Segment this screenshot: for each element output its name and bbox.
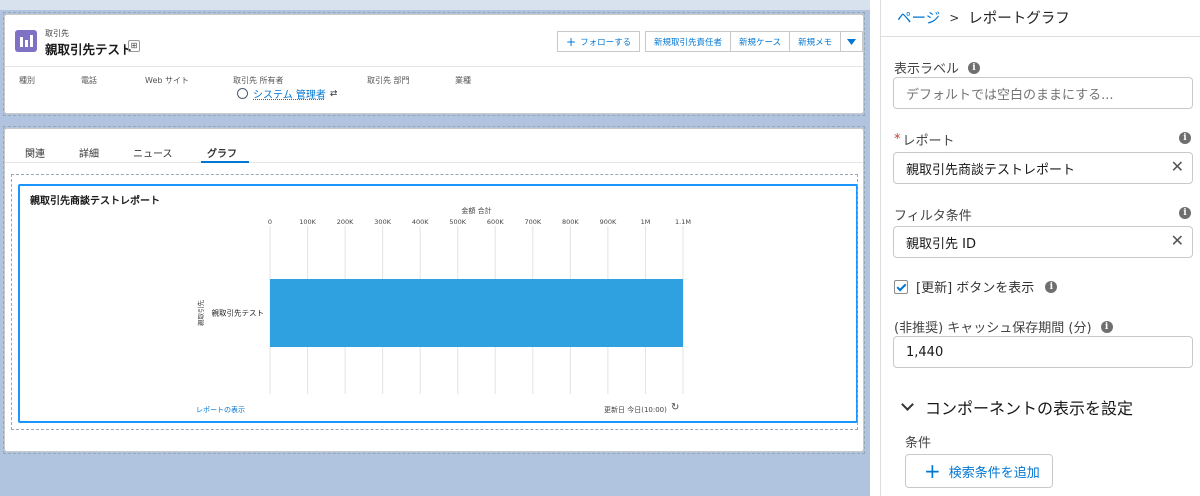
- breadcrumb-current: レポートグラフ: [968, 11, 1070, 27]
- field-label-type: 種別: [19, 76, 35, 85]
- cache-info-icon[interactable]: i: [1100, 320, 1113, 333]
- add-filter-condition-label: 検索条件を追加: [948, 465, 1040, 481]
- new-note-button[interactable]: 新規メモ: [790, 31, 842, 52]
- display-label-label: 表示ラベル i: [894, 58, 981, 77]
- report-lookup-value: 親取引先商談テストレポート: [906, 162, 1076, 178]
- cache-label: (非推奨) キャッシュ保存期間 (分) i: [894, 317, 1113, 336]
- field-label-website: Web サイト: [145, 76, 189, 85]
- report-lookup-input[interactable]: 親取引先商談テストレポート ✕: [893, 152, 1193, 184]
- tabs-panel: 関連 詳細 ニュース グラフ 金額 合計 0 100K 200K 300K 400K 500…: [4, 128, 864, 452]
- required-asterisk: *: [894, 132, 901, 147]
- x-tick-label: 200K: [337, 218, 354, 226]
- tab-news[interactable]: ニュース: [133, 145, 173, 160]
- filter-lookup-input[interactable]: 親取引先 ID ✕: [893, 226, 1193, 258]
- breadcrumb-page-link[interactable]: ページ: [897, 7, 940, 28]
- cache-duration-input[interactable]: 1,440: [893, 336, 1193, 368]
- x-tick-label: 900K: [600, 218, 617, 226]
- report-chart: 金額 合計 0 100K 200K 300K 400K 500K 600K 700K 800K 90…: [196, 206, 691, 394]
- user-avatar-icon: [237, 88, 248, 99]
- visibility-section-toggle[interactable]: コンポーネントの表示を設定: [901, 395, 1134, 419]
- y-category-label: 親取引先テスト: [212, 308, 265, 318]
- filter-info-icon[interactable]: i: [1179, 207, 1191, 219]
- panel-divider: [881, 36, 1200, 37]
- report-label: * レポート: [894, 130, 955, 149]
- report-chart-card[interactable]: 金額 合計 0 100K 200K 300K 400K 500K 600K 700K 800K 90…: [18, 184, 858, 423]
- field-label-phone: 電話: [81, 76, 97, 85]
- plus-icon: +: [566, 34, 577, 49]
- breadcrumb-separator: >: [949, 10, 960, 25]
- x-axis-title: 金額 合計: [461, 206, 491, 215]
- display-label-input[interactable]: デフォルトでは空白のままにする...: [893, 77, 1193, 109]
- tab-bar: 関連 詳細 ニュース グラフ: [5, 139, 863, 163]
- highlights-divider: [5, 66, 863, 67]
- refresh-info-icon[interactable]: i: [1045, 280, 1058, 293]
- refresh-button-checkbox-row: [更新] ボタンを表示 i: [894, 277, 1058, 296]
- more-actions-button[interactable]: [841, 31, 864, 52]
- x-tick-label: 600K: [487, 218, 504, 226]
- plus-icon: +: [924, 459, 941, 483]
- report-label-text: レポート: [902, 134, 955, 149]
- add-filter-condition-button[interactable]: + 検索条件を追加: [905, 454, 1053, 488]
- refresh-button-checkbox[interactable]: [894, 279, 908, 294]
- x-tick-label: 400K: [412, 218, 429, 226]
- canvas-top-strip: [0, 0, 870, 10]
- breadcrumb: ページ > レポートグラフ: [897, 7, 1070, 28]
- cache-label-text: (非推奨) キャッシュ保存期間 (分): [894, 321, 1092, 336]
- chevron-down-icon: [901, 398, 914, 411]
- tab-details[interactable]: 詳細: [79, 145, 99, 160]
- x-tick-label: 500K: [449, 218, 466, 226]
- owner-field: システム 管理者 ⇄: [237, 86, 337, 101]
- chart-bar: [270, 279, 683, 347]
- report-chart-title: 親取引先商談テストレポート: [30, 196, 160, 207]
- active-tab-indicator: [201, 161, 249, 163]
- report-info-icon[interactable]: i: [1179, 132, 1191, 144]
- display-label-text: 表示ラベル: [894, 62, 960, 77]
- clear-filter-icon[interactable]: ✕: [1171, 233, 1184, 249]
- conditions-label: 条件: [905, 436, 932, 451]
- x-tick-label: 100K: [299, 218, 316, 226]
- tab-graph[interactable]: グラフ: [207, 145, 237, 160]
- filter-label: フィルタ条件: [894, 205, 972, 224]
- refresh-button-checkbox-label: [更新] ボタンを表示: [916, 281, 1035, 296]
- refresh-icon[interactable]: ↻: [671, 402, 679, 413]
- action-button-group: + フォローする: [557, 31, 641, 52]
- account-icon: [15, 30, 37, 52]
- visibility-section-title: コンポーネントの表示を設定: [925, 399, 1134, 418]
- x-tick-label: 800K: [562, 218, 579, 226]
- quick-actions-group: 新規取引先責任者 新規ケース 新規メモ: [645, 31, 864, 52]
- filter-lookup-value: 親取引先 ID: [906, 236, 976, 252]
- chevron-down-icon: [847, 38, 857, 45]
- x-tick-label: 300K: [374, 218, 391, 226]
- field-label-division: 取引先 部門: [367, 76, 410, 85]
- page-canvas: 取引先 親取引先テスト ⊞ + フォローする 新規取引先責任者 新規ケース 新規…: [0, 0, 870, 496]
- object-type-label: 取引先: [45, 29, 69, 38]
- clear-report-icon[interactable]: ✕: [1171, 159, 1184, 175]
- filter-label-text: フィルタ条件: [894, 209, 972, 224]
- change-owner-icon[interactable]: ⇄: [330, 89, 338, 99]
- tab-related[interactable]: 関連: [25, 145, 45, 160]
- last-refreshed-text: 更新日 今日(10:00): [604, 406, 667, 414]
- x-tick-label: 1.1M: [675, 218, 691, 226]
- follow-button[interactable]: + フォローする: [557, 31, 641, 52]
- field-label-industry: 業種: [455, 76, 471, 85]
- property-panel: ページ > レポートグラフ 表示ラベル i デフォルトでは空白のままにする...…: [880, 0, 1200, 496]
- info-icon[interactable]: i: [968, 61, 981, 74]
- view-report-link[interactable]: レポートの表示: [196, 405, 245, 415]
- x-tick-label: 1M: [641, 218, 651, 226]
- new-contact-button[interactable]: 新規取引先責任者: [645, 31, 732, 52]
- field-label-owner: 取引先 所有者: [233, 76, 284, 85]
- owner-link[interactable]: システム 管理者: [253, 86, 326, 101]
- y-axis-title: 親取引先: [196, 300, 205, 327]
- record-name: 親取引先テスト: [45, 42, 133, 57]
- new-case-button[interactable]: 新規ケース: [731, 31, 791, 52]
- hierarchy-icon[interactable]: ⊞: [128, 40, 140, 52]
- follow-button-label: フォローする: [580, 37, 632, 48]
- x-tick-label: 700K: [524, 218, 541, 226]
- x-tick-label: 0: [268, 218, 272, 226]
- highlights-panel[interactable]: 取引先 親取引先テスト ⊞ + フォローする 新規取引先責任者 新規ケース 新規…: [4, 14, 864, 114]
